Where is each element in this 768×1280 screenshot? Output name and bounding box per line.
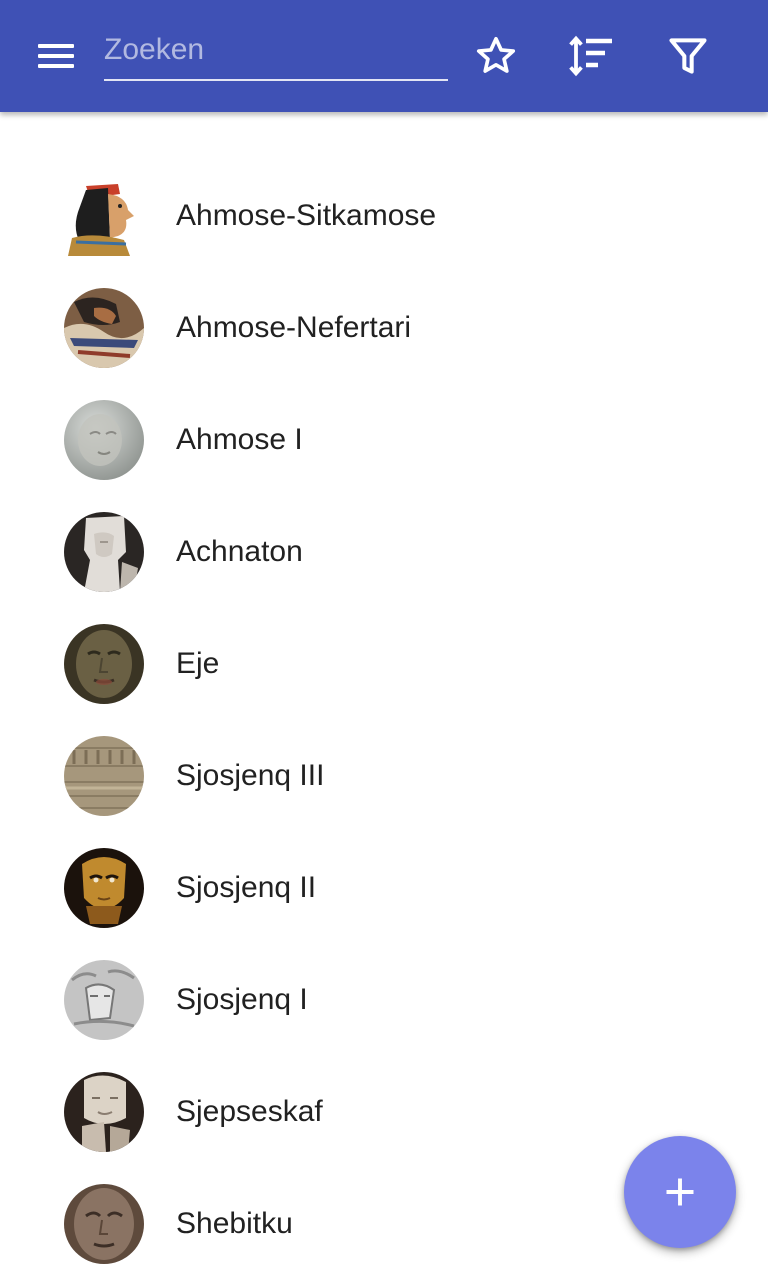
list-item-label: Achnaton xyxy=(176,535,303,568)
list-item-label: Ahmose-Sitkamose xyxy=(176,199,437,232)
list-item-label: Ahmose-Nefertari xyxy=(176,311,412,344)
portrait-profile-icon xyxy=(64,176,144,256)
search-input[interactable] xyxy=(104,24,448,76)
statue-icon xyxy=(64,512,144,592)
menu-button[interactable] xyxy=(22,32,90,80)
add-button[interactable] xyxy=(624,1136,736,1248)
statue-icon xyxy=(64,1072,144,1152)
list-item[interactable]: Sjosjenq I xyxy=(0,944,768,1056)
list-item[interactable]: Ahmose-Nefertari xyxy=(0,272,768,384)
list-item-label: Sjosjenq III xyxy=(176,759,325,792)
list-item[interactable]: Ahmose I xyxy=(0,384,768,496)
app-bar xyxy=(0,0,768,112)
list-item-label: Shebitku xyxy=(176,1207,293,1240)
plus-icon xyxy=(666,1178,694,1206)
sort-icon xyxy=(569,35,612,77)
list-item[interactable]: Sjosjenq II xyxy=(0,832,768,944)
search-underline xyxy=(104,79,448,81)
stone-head-icon xyxy=(64,1184,144,1264)
filter-icon xyxy=(669,38,707,74)
filter-button[interactable] xyxy=(660,28,716,84)
relief-icon xyxy=(64,960,144,1040)
favorites-button[interactable] xyxy=(468,28,524,84)
list-item[interactable]: Ahmose-Sitkamose xyxy=(0,160,768,272)
pharaoh-list: Ahmose-Sitkamose Ahmose-Nefertari Ahmose… xyxy=(0,160,768,1280)
list-item-label: Sjosjenq I xyxy=(176,983,308,1016)
star-icon xyxy=(476,36,516,73)
list-item-label: Ahmose I xyxy=(176,423,303,456)
gold-mask-icon xyxy=(64,848,144,928)
painting-icon xyxy=(64,288,144,368)
list-item[interactable]: Achnaton xyxy=(0,496,768,608)
list-item[interactable]: Sjosjenq III xyxy=(0,720,768,832)
relief-icon xyxy=(64,736,144,816)
list-item-label: Eje xyxy=(176,647,220,680)
stone-head-icon xyxy=(64,624,144,704)
sort-button[interactable] xyxy=(564,28,620,84)
list-item-label: Sjosjenq II xyxy=(176,871,317,904)
search-field xyxy=(104,24,448,82)
list-item-label: Sjepseskaf xyxy=(176,1095,323,1128)
stone-head-icon xyxy=(64,400,144,480)
list-item[interactable]: Eje xyxy=(0,608,768,720)
